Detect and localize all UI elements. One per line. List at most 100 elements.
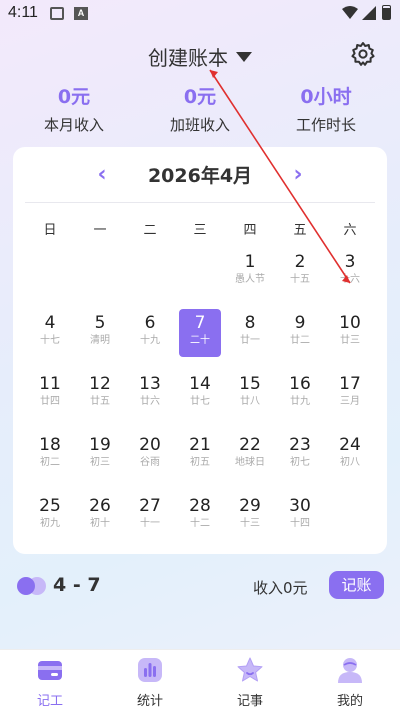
stat-work-hours: 0小时 工作时长 — [266, 84, 386, 135]
day-number: 13 — [139, 374, 161, 394]
day-lunar-label: 廿八 — [240, 396, 260, 407]
day-number: 7 — [194, 313, 206, 333]
day-lunar-label: 初三 — [90, 457, 110, 468]
day-number: 5 — [94, 313, 106, 333]
day-number: 11 — [39, 374, 61, 394]
tab-notes[interactable]: 记事 — [200, 656, 300, 709]
stat-overtime-income: 0元 加班收入 — [140, 84, 260, 135]
day-number: 1 — [244, 252, 256, 272]
person-icon — [336, 656, 364, 684]
chevron-down-icon — [236, 52, 252, 62]
day-lunar-label: 初五 — [190, 457, 210, 468]
day-lunar-label: 二十 — [190, 335, 210, 346]
day-lunar-label: 廿四 — [40, 396, 60, 407]
star-icon — [236, 656, 264, 684]
ledger-title: 创建账本 — [148, 46, 228, 70]
calendar-day[interactable]: 7 二十 — [175, 308, 225, 360]
weekday-header: 日 一 二 三 四 五 六 — [25, 219, 375, 238]
calendar-day[interactable]: 17 三月 — [325, 369, 375, 421]
image-notification-icon — [50, 7, 64, 20]
day-number: 9 — [294, 313, 306, 333]
calendar-day[interactable]: 6 十九 — [125, 308, 175, 360]
calendar-day[interactable]: 20 谷雨 — [125, 430, 175, 482]
chart-icon — [136, 656, 164, 684]
calendar-day[interactable]: 27 十一 — [125, 491, 175, 543]
day-number: 23 — [289, 435, 311, 455]
calendar-day[interactable]: 21 初五 — [175, 430, 225, 482]
tab-label: 统计 — [136, 694, 163, 709]
day-lunar-label: 十七 — [40, 335, 60, 346]
wifi-icon — [342, 6, 358, 19]
calendar-day[interactable]: 16 廿九 — [275, 369, 325, 421]
stat-value: 0元 — [57, 86, 91, 108]
calendar-day[interactable]: 25 初九 — [25, 491, 75, 543]
status-time: 4:11 — [8, 4, 38, 21]
battery-icon — [382, 5, 391, 20]
a-notification-icon: A — [74, 7, 88, 20]
day-lunar-label: 十九 — [140, 335, 160, 346]
calendar-day[interactable]: 13 廿六 — [125, 369, 175, 421]
calendar-day[interactable]: 8 廿一 — [225, 308, 275, 360]
tab-label: 我的 — [336, 694, 363, 709]
day-number: 16 — [289, 374, 311, 394]
day-lunar-label: 十三 — [240, 518, 260, 529]
bottom-tab-bar: 记工 统计 记事 我的 — [0, 649, 400, 711]
calendar-day[interactable]: 15 廿八 — [225, 369, 275, 421]
day-number: 29 — [239, 496, 261, 516]
calendar-day[interactable]: 24 初八 — [325, 430, 375, 482]
weekday-label: 日 — [43, 223, 57, 238]
stat-value: 0元 — [183, 86, 217, 108]
next-month-button[interactable]: › — [285, 163, 311, 189]
calendar-card: 2026年4月 ‹ › 日 一 二 三 四 五 六 1 愚人节 2 十五 3 十六 4 十七 5… — [13, 147, 387, 554]
day-lunar-label: 十四 — [290, 518, 310, 529]
tab-profile[interactable]: 我的 — [300, 656, 400, 709]
prev-month-button[interactable]: ‹ — [89, 163, 115, 189]
card-icon — [36, 656, 64, 684]
calendar-day[interactable]: 22 地球日 — [225, 430, 275, 482]
day-lunar-label: 十五 — [290, 274, 310, 285]
calendar-day[interactable]: 11 廿四 — [25, 369, 75, 421]
day-lunar-label: 十六 — [340, 274, 360, 285]
record-button[interactable]: 记账 — [329, 571, 384, 599]
tab-label: 记事 — [236, 694, 263, 709]
calendar-day[interactable]: 2 十五 — [275, 247, 325, 299]
calendar-day[interactable]: 1 愚人节 — [225, 247, 275, 299]
day-number: 28 — [189, 496, 211, 516]
day-lunar-label: 初二 — [40, 457, 60, 468]
gear-icon[interactable] — [350, 41, 376, 67]
status-bar: 4:11 A — [0, 0, 400, 28]
day-lunar-label: 三月 — [340, 396, 360, 407]
day-number: 8 — [244, 313, 256, 333]
calendar-day[interactable]: 5 清明 — [75, 308, 125, 360]
calendar-day[interactable]: 18 初二 — [25, 430, 75, 482]
calendar-day[interactable]: 12 廿五 — [75, 369, 125, 421]
stat-label: 工作时长 — [295, 116, 356, 134]
calendar-day[interactable]: 23 初七 — [275, 430, 325, 482]
calendar-day[interactable]: 4 十七 — [25, 308, 75, 360]
calendar-day[interactable]: 14 廿七 — [175, 369, 225, 421]
calendar-day[interactable]: 26 初十 — [75, 491, 125, 543]
stat-label: 本月收入 — [43, 116, 104, 134]
calendar-day[interactable]: 3 十六 — [325, 247, 375, 299]
selected-range: 4 - 7 — [53, 574, 101, 596]
day-number: 17 — [339, 374, 361, 394]
calendar-day[interactable]: 9 廿二 — [275, 308, 325, 360]
tab-record-work[interactable]: 记工 — [0, 656, 100, 709]
divider — [25, 202, 375, 203]
calendar-day[interactable]: 19 初三 — [75, 430, 125, 482]
calendar-day[interactable]: 28 十二 — [175, 491, 225, 543]
ledger-selector[interactable]: 创建账本 — [0, 42, 400, 71]
day-lunar-label: 初九 — [40, 518, 60, 529]
day-lunar-label: 清明 — [90, 335, 110, 346]
calendar-day[interactable]: 10 廿三 — [325, 308, 375, 360]
cellular-icon — [362, 6, 376, 20]
day-number: 18 — [39, 435, 61, 455]
day-lunar-label: 廿七 — [190, 396, 210, 407]
calendar-day[interactable]: 29 十三 — [225, 491, 275, 543]
stat-value: 0小时 — [300, 86, 352, 108]
day-number: 22 — [239, 435, 261, 455]
calendar-day[interactable]: 30 十四 — [275, 491, 325, 543]
day-number: 10 — [339, 313, 361, 333]
tab-statistics[interactable]: 统计 — [100, 656, 200, 709]
day-number: 15 — [239, 374, 261, 394]
